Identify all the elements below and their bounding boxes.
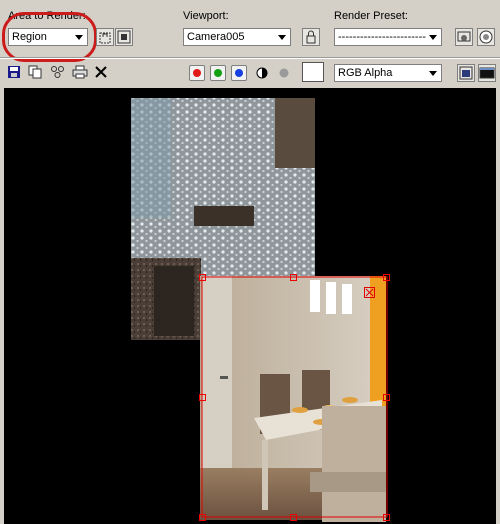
render-preset-select[interactable]: ------------------------ bbox=[334, 28, 442, 46]
padlock-icon bbox=[306, 30, 316, 44]
green-channel-icon bbox=[214, 69, 222, 77]
region-close-icon[interactable] bbox=[364, 287, 375, 298]
toggle-ui-overlay-icon bbox=[459, 66, 473, 80]
region-handle-top-right[interactable] bbox=[383, 274, 390, 281]
toggle-ui-button[interactable] bbox=[478, 64, 496, 82]
blue-channel-button[interactable] bbox=[231, 65, 247, 81]
frame-buffer-viewport[interactable] bbox=[4, 88, 496, 524]
region-handle-bottom-left[interactable] bbox=[199, 514, 206, 521]
display-channel-select[interactable]: RGB Alpha bbox=[334, 64, 442, 82]
toggle-ui-icon bbox=[479, 67, 495, 79]
monochrome-icon[interactable] bbox=[278, 67, 290, 79]
render-teapot-icon bbox=[479, 30, 493, 44]
red-channel-icon bbox=[193, 69, 201, 77]
swatch-icon[interactable] bbox=[302, 62, 324, 82]
region-handle-bottom-right[interactable] bbox=[383, 514, 390, 521]
region-handle-left[interactable] bbox=[199, 394, 206, 401]
alpha-channel-icon[interactable] bbox=[256, 67, 268, 79]
region-handle-top[interactable] bbox=[290, 274, 297, 281]
region-fit-icon bbox=[117, 30, 131, 44]
red-channel-button[interactable] bbox=[189, 65, 205, 81]
viewport-value: Camera005 bbox=[187, 31, 245, 43]
chevron-down-icon bbox=[429, 71, 437, 76]
display-channel-value: RGB Alpha bbox=[338, 67, 393, 79]
region-handle-right[interactable] bbox=[383, 394, 390, 401]
region-lock-button[interactable] bbox=[96, 28, 114, 46]
toggle-ui-overlay-button[interactable] bbox=[457, 64, 475, 82]
region-lock-icon bbox=[99, 32, 111, 44]
copy-icon[interactable] bbox=[28, 65, 42, 79]
clear-icon[interactable] bbox=[94, 65, 108, 79]
toolbar-separator-highlight bbox=[0, 58, 500, 59]
viewport-lock-button[interactable] bbox=[302, 28, 320, 46]
blue-channel-icon bbox=[235, 69, 243, 77]
viewport-label: Viewport: bbox=[183, 10, 229, 22]
rendered-image bbox=[131, 98, 388, 522]
save-icon[interactable] bbox=[7, 65, 21, 79]
clone-icon[interactable] bbox=[50, 65, 66, 79]
render-setup-icon bbox=[457, 31, 471, 42]
green-channel-button[interactable] bbox=[210, 65, 226, 81]
render-button[interactable] bbox=[477, 28, 495, 46]
region-fit-button[interactable] bbox=[115, 28, 133, 46]
region-handle-bottom[interactable] bbox=[290, 514, 297, 521]
print-icon[interactable] bbox=[72, 65, 88, 79]
region-handle-top-left[interactable] bbox=[199, 274, 206, 281]
red-annotation-circle bbox=[2, 12, 97, 62]
render-preset-label: Render Preset: bbox=[334, 10, 408, 22]
viewport-select[interactable]: Camera005 bbox=[183, 28, 291, 46]
render-setup-button[interactable] bbox=[455, 28, 473, 46]
chevron-down-icon bbox=[429, 35, 437, 40]
chevron-down-icon bbox=[278, 35, 286, 40]
render-preset-value: ------------------------ bbox=[338, 31, 426, 43]
